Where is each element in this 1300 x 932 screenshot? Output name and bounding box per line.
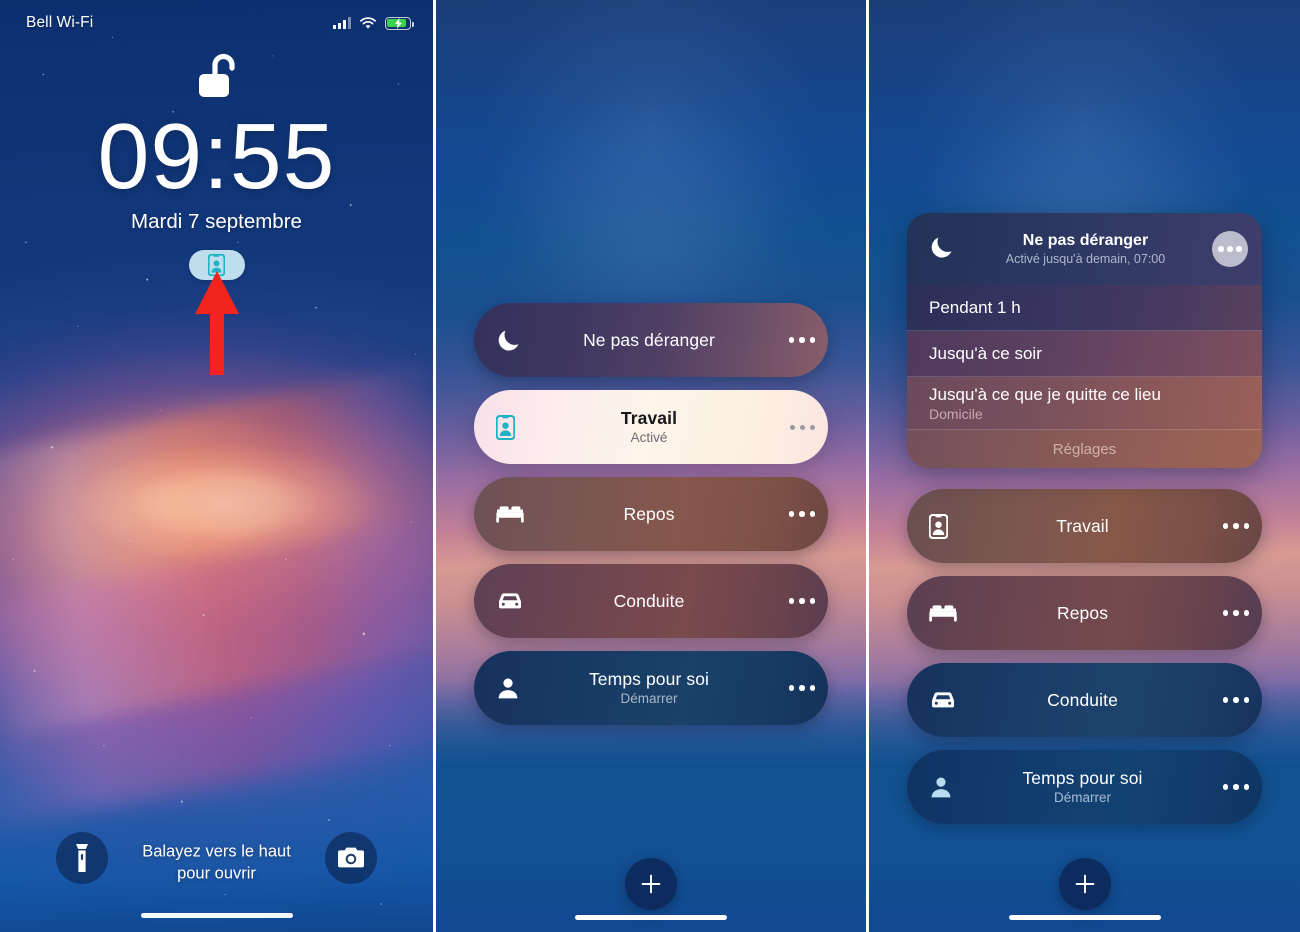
unlocked-padlock-icon	[191, 52, 243, 107]
lock-date: Mardi 7 septembre	[131, 210, 302, 234]
home-indicator[interactable]	[140, 913, 293, 918]
lock-quick-actions: Balayez vers le haut pour ouvrir	[0, 803, 433, 913]
focus-row-text: Temps pour soi Démarrer	[969, 768, 1210, 806]
moon-icon	[496, 327, 536, 353]
lock-screen-panel: Bell Wi-Fi 09:55 Mardi 7 septembre Balay…	[0, 0, 433, 932]
person-icon	[929, 775, 969, 799]
red-arrow-up-annotation	[191, 268, 243, 383]
dnd-option-until-i-leave[interactable]: Jusqu'à ce que je quitte ce lieu Domicil…	[907, 377, 1262, 430]
ellipsis-icon[interactable]	[1212, 231, 1248, 267]
focus-row-label: Repos	[1056, 602, 1109, 623]
focus-row-do-not-disturb[interactable]: Ne pas déranger	[474, 303, 828, 377]
bed-icon	[929, 603, 969, 623]
lock-screen-bottom: Balayez vers le haut pour ouvrir	[0, 803, 433, 932]
ellipsis-icon[interactable]	[776, 511, 828, 517]
focus-row-repos[interactable]: Repos	[474, 477, 828, 551]
add-focus-button[interactable]	[1058, 858, 1111, 910]
focus-row-repos[interactable]: Repos	[907, 576, 1262, 650]
focus-row-text: Ne pas déranger	[536, 330, 776, 351]
focus-list-panel: Ne pas déranger Travail Activé Repos Con…	[436, 0, 866, 932]
focus-row-label: Temps pour soi	[1022, 767, 1143, 788]
car-icon	[929, 690, 969, 711]
focus-row-conduite[interactable]: Conduite	[907, 663, 1262, 737]
focus-row-label: Conduite	[613, 590, 685, 611]
ellipsis-icon[interactable]	[776, 337, 828, 343]
focus-row-label: Conduite	[1047, 689, 1118, 710]
focus-expanded-panel: Ne pas déranger Activé jusqu'à demain, 0…	[869, 0, 1300, 932]
camera-button[interactable]	[325, 832, 377, 884]
ellipsis-icon[interactable]	[1210, 523, 1262, 529]
dnd-option-until-tonight[interactable]: Jusqu'à ce soir	[907, 331, 1262, 377]
focus-row-text: Repos	[536, 504, 776, 525]
focus-row-text: Conduite	[969, 690, 1210, 711]
do-not-disturb-expanded-card: Ne pas déranger Activé jusqu'à demain, 0…	[907, 213, 1262, 468]
focus-row-label: Temps pour soi	[588, 668, 710, 689]
dnd-option-label: Jusqu'à ce soir	[929, 344, 1042, 364]
dnd-option-location: Domicile	[929, 406, 983, 423]
car-icon	[496, 591, 536, 612]
focus-row-status: Démarrer	[620, 690, 678, 706]
ellipsis-icon[interactable]	[1210, 784, 1262, 790]
ellipsis-icon[interactable]	[1210, 610, 1262, 616]
dnd-header-text: Ne pas déranger Activé jusqu'à demain, 0…	[969, 231, 1212, 267]
focus-row-status: Démarrer	[1053, 789, 1111, 805]
carrier-label: Bell Wi-Fi	[26, 14, 94, 31]
plus-icon	[1075, 874, 1094, 894]
battery-charging-icon	[385, 16, 414, 30]
ellipsis-icon[interactable]	[776, 685, 828, 691]
person-icon	[496, 676, 536, 700]
dnd-settings-button[interactable]: Réglages	[907, 430, 1262, 468]
home-indicator[interactable]	[575, 915, 727, 920]
dnd-card-header[interactable]: Ne pas déranger Activé jusqu'à demain, 0…	[907, 213, 1262, 285]
focus-row-label: Ne pas déranger	[583, 329, 715, 350]
status-icons	[333, 16, 414, 30]
focus-mode-list: Travail Repos Conduite Temps pour soi Dé…	[869, 489, 1300, 837]
badge-icon	[496, 414, 536, 440]
badge-icon	[929, 513, 969, 539]
focus-row-label: Travail	[1056, 515, 1109, 536]
focus-row-temps-pour-soi[interactable]: Temps pour soi Démarrer	[907, 750, 1262, 824]
ellipsis-icon[interactable]	[776, 598, 828, 604]
wifi-icon	[360, 16, 376, 29]
dnd-title: Ne pas déranger	[1022, 232, 1149, 250]
ellipsis-icon[interactable]	[1210, 697, 1262, 703]
bed-icon	[496, 504, 536, 524]
focus-background-top-glow	[436, 0, 866, 317]
ellipsis-icon[interactable]	[776, 424, 828, 430]
focus-row-status: Activé	[630, 429, 668, 445]
cellular-signal-icon	[333, 17, 351, 29]
screenshot-root: Bell Wi-Fi 09:55 Mardi 7 septembre Balay…	[0, 0, 1300, 932]
focus-row-temps-pour-soi[interactable]: Temps pour soi Démarrer	[474, 651, 828, 725]
focus-mode-list: Ne pas déranger Travail Activé Repos Con…	[436, 303, 866, 738]
focus-row-text: Travail Activé	[536, 408, 776, 446]
status-bar: Bell Wi-Fi	[0, 0, 433, 46]
dnd-subtitle: Activé jusqu'à demain, 07:00	[1005, 251, 1166, 266]
dnd-option-label: Jusqu'à ce que je quitte ce lieu	[929, 384, 1161, 404]
dnd-option-one-hour[interactable]: Pendant 1 h	[907, 285, 1262, 331]
focus-row-text: Conduite	[536, 591, 776, 612]
focus-row-text: Temps pour soi Démarrer	[536, 669, 776, 707]
focus-row-label: Travail	[620, 407, 678, 428]
add-focus-button[interactable]	[625, 858, 677, 910]
moon-icon	[929, 234, 969, 265]
plus-icon	[641, 874, 661, 894]
dnd-option-label: Pendant 1 h	[929, 298, 1021, 318]
focus-row-conduite[interactable]: Conduite	[474, 564, 828, 638]
lock-clock: 09:55	[97, 104, 336, 208]
focus-row-label: Repos	[623, 503, 675, 524]
focus-row-travail-active[interactable]: Travail Activé	[474, 390, 828, 464]
focus-row-travail[interactable]: Travail	[907, 489, 1262, 563]
camera-icon	[338, 847, 364, 868]
focus-row-text: Travail	[969, 516, 1210, 537]
home-indicator[interactable]	[1008, 915, 1161, 920]
focus-row-text: Repos	[969, 603, 1210, 624]
